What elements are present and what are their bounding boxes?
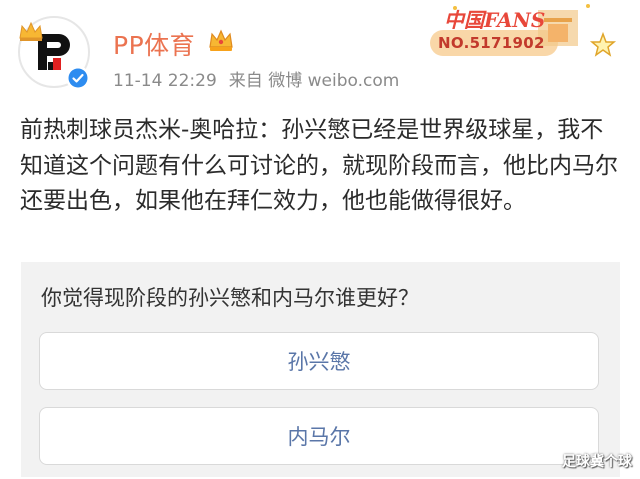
poll-question: 你觉得现阶段的孙兴慜和内马尔谁更好？: [41, 286, 419, 310]
fans-badge-number: NO.5171902: [438, 34, 545, 52]
poll-card: 你觉得现阶段的孙兴慜和内马尔谁更好？ 孙兴慜 内马尔: [21, 262, 620, 477]
verified-check-icon: [68, 68, 88, 88]
post-timestamp: 11-14 22:29: [113, 71, 217, 91]
post-meta: 11-14 22:29 来自 微博 weibo.com: [113, 66, 411, 91]
fans-badge-title: 中国FANS: [444, 8, 546, 32]
vip-crown-icon[interactable]: [207, 27, 235, 53]
poll-option-neymar[interactable]: 内马尔: [39, 407, 599, 465]
verify-badge: [66, 66, 90, 90]
post-header: PP体育 11-14 22:29 来自 微博 weibo.com 中国FANS N…: [0, 0, 640, 105]
post-source[interactable]: 来自 微博 weibo.com: [229, 71, 400, 91]
avatar-wrapper[interactable]: [18, 16, 94, 92]
star-icon: [589, 31, 617, 57]
watermark: 足球冀个球: [562, 454, 632, 470]
poll-option-son[interactable]: 孙兴慜: [39, 332, 599, 390]
crown-icon: [19, 21, 43, 41]
username[interactable]: PP体育: [113, 26, 195, 62]
post-text: 前热刺球员杰米-奥哈拉：孙兴慜已经是世界级球星，我不知道这个问题有什么可讨论的，…: [20, 117, 618, 214]
